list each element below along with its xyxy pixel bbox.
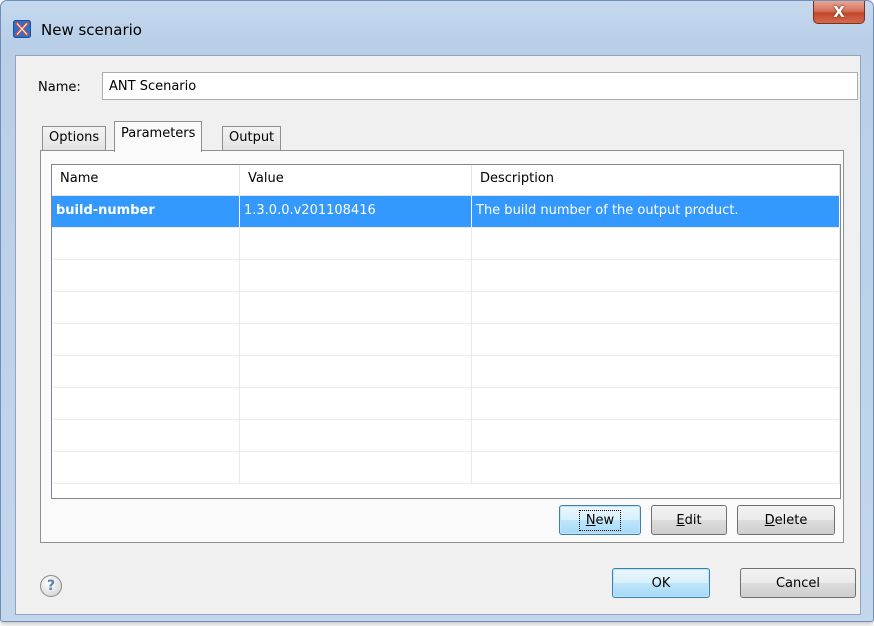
parameters-table[interactable]: Name Value Description build-number 1.3.… xyxy=(51,164,841,499)
edit-label-rest: dit xyxy=(684,512,702,528)
empty-table-row[interactable] xyxy=(52,324,840,356)
edit-button[interactable]: Edit xyxy=(651,505,727,535)
empty-cell xyxy=(52,388,240,419)
empty-cell xyxy=(240,260,472,291)
dialog-content: Name: Options Parameters Output Name Val… xyxy=(15,55,861,615)
edit-button-label: Edit xyxy=(676,513,701,528)
empty-cell xyxy=(472,228,840,259)
window-title: New scenario xyxy=(41,21,142,39)
empty-cell xyxy=(472,452,840,483)
empty-cell xyxy=(52,452,240,483)
name-label: Name: xyxy=(38,80,81,95)
delete-mnemonic: D xyxy=(764,512,775,528)
close-icon: X xyxy=(833,3,845,21)
empty-cell xyxy=(52,324,240,355)
delete-button-label: Delete xyxy=(765,513,808,528)
empty-table-row[interactable] xyxy=(52,292,840,324)
empty-cell xyxy=(472,388,840,419)
empty-cell xyxy=(52,356,240,387)
delete-button[interactable]: Delete xyxy=(737,505,835,535)
empty-cell xyxy=(472,356,840,387)
empty-cell xyxy=(240,388,472,419)
empty-table-row[interactable] xyxy=(52,452,840,484)
empty-table-row[interactable] xyxy=(52,388,840,420)
delete-label-rest: elete xyxy=(774,512,808,528)
tab-output[interactable]: Output xyxy=(222,126,282,150)
cancel-button[interactable]: Cancel xyxy=(740,568,856,598)
parameters-panel: Name Value Description build-number 1.3.… xyxy=(40,150,844,543)
column-header-value[interactable]: Value xyxy=(240,165,472,195)
name-input[interactable] xyxy=(102,72,858,100)
param-description-cell: The build number of the output product. xyxy=(472,196,840,227)
empty-table-row[interactable] xyxy=(52,420,840,452)
table-row[interactable]: build-number 1.3.0.0.v201108416 The buil… xyxy=(52,196,840,228)
empty-cell xyxy=(472,420,840,451)
empty-cell xyxy=(240,292,472,323)
empty-cell xyxy=(472,324,840,355)
help-icon[interactable]: ? xyxy=(40,575,62,597)
empty-table-row[interactable] xyxy=(52,228,840,260)
param-value-cell: 1.3.0.0.v201108416 xyxy=(240,196,472,227)
column-header-description[interactable]: Description xyxy=(472,165,840,195)
empty-cell xyxy=(240,228,472,259)
empty-cell xyxy=(240,420,472,451)
empty-cell xyxy=(472,260,840,291)
empty-cell xyxy=(240,452,472,483)
new-mnemonic: N xyxy=(585,512,596,528)
empty-cell xyxy=(240,324,472,355)
column-header-name[interactable]: Name xyxy=(52,165,240,195)
tab-options[interactable]: Options xyxy=(42,126,107,150)
ok-button[interactable]: OK xyxy=(612,568,710,598)
dialog-window: New scenario X Name: Options Parameters … xyxy=(0,0,874,622)
tab-parameters[interactable]: Parameters xyxy=(114,121,203,152)
new-button[interactable]: New xyxy=(559,505,641,535)
empty-table-row[interactable] xyxy=(52,356,840,388)
edit-mnemonic: E xyxy=(676,512,685,528)
app-icon xyxy=(13,20,31,38)
new-button-label: New xyxy=(578,509,622,531)
empty-cell xyxy=(52,228,240,259)
empty-cell xyxy=(240,356,472,387)
empty-cell xyxy=(52,260,240,291)
empty-cell xyxy=(472,292,840,323)
new-label-rest: ew xyxy=(595,512,615,528)
table-header: Name Value Description xyxy=(52,165,840,196)
empty-table-row[interactable] xyxy=(52,260,840,292)
param-name-cell: build-number xyxy=(52,196,240,227)
title-bar[interactable]: New scenario X xyxy=(1,1,873,51)
close-button[interactable]: X xyxy=(813,1,865,24)
empty-cell xyxy=(52,420,240,451)
empty-cell xyxy=(52,292,240,323)
